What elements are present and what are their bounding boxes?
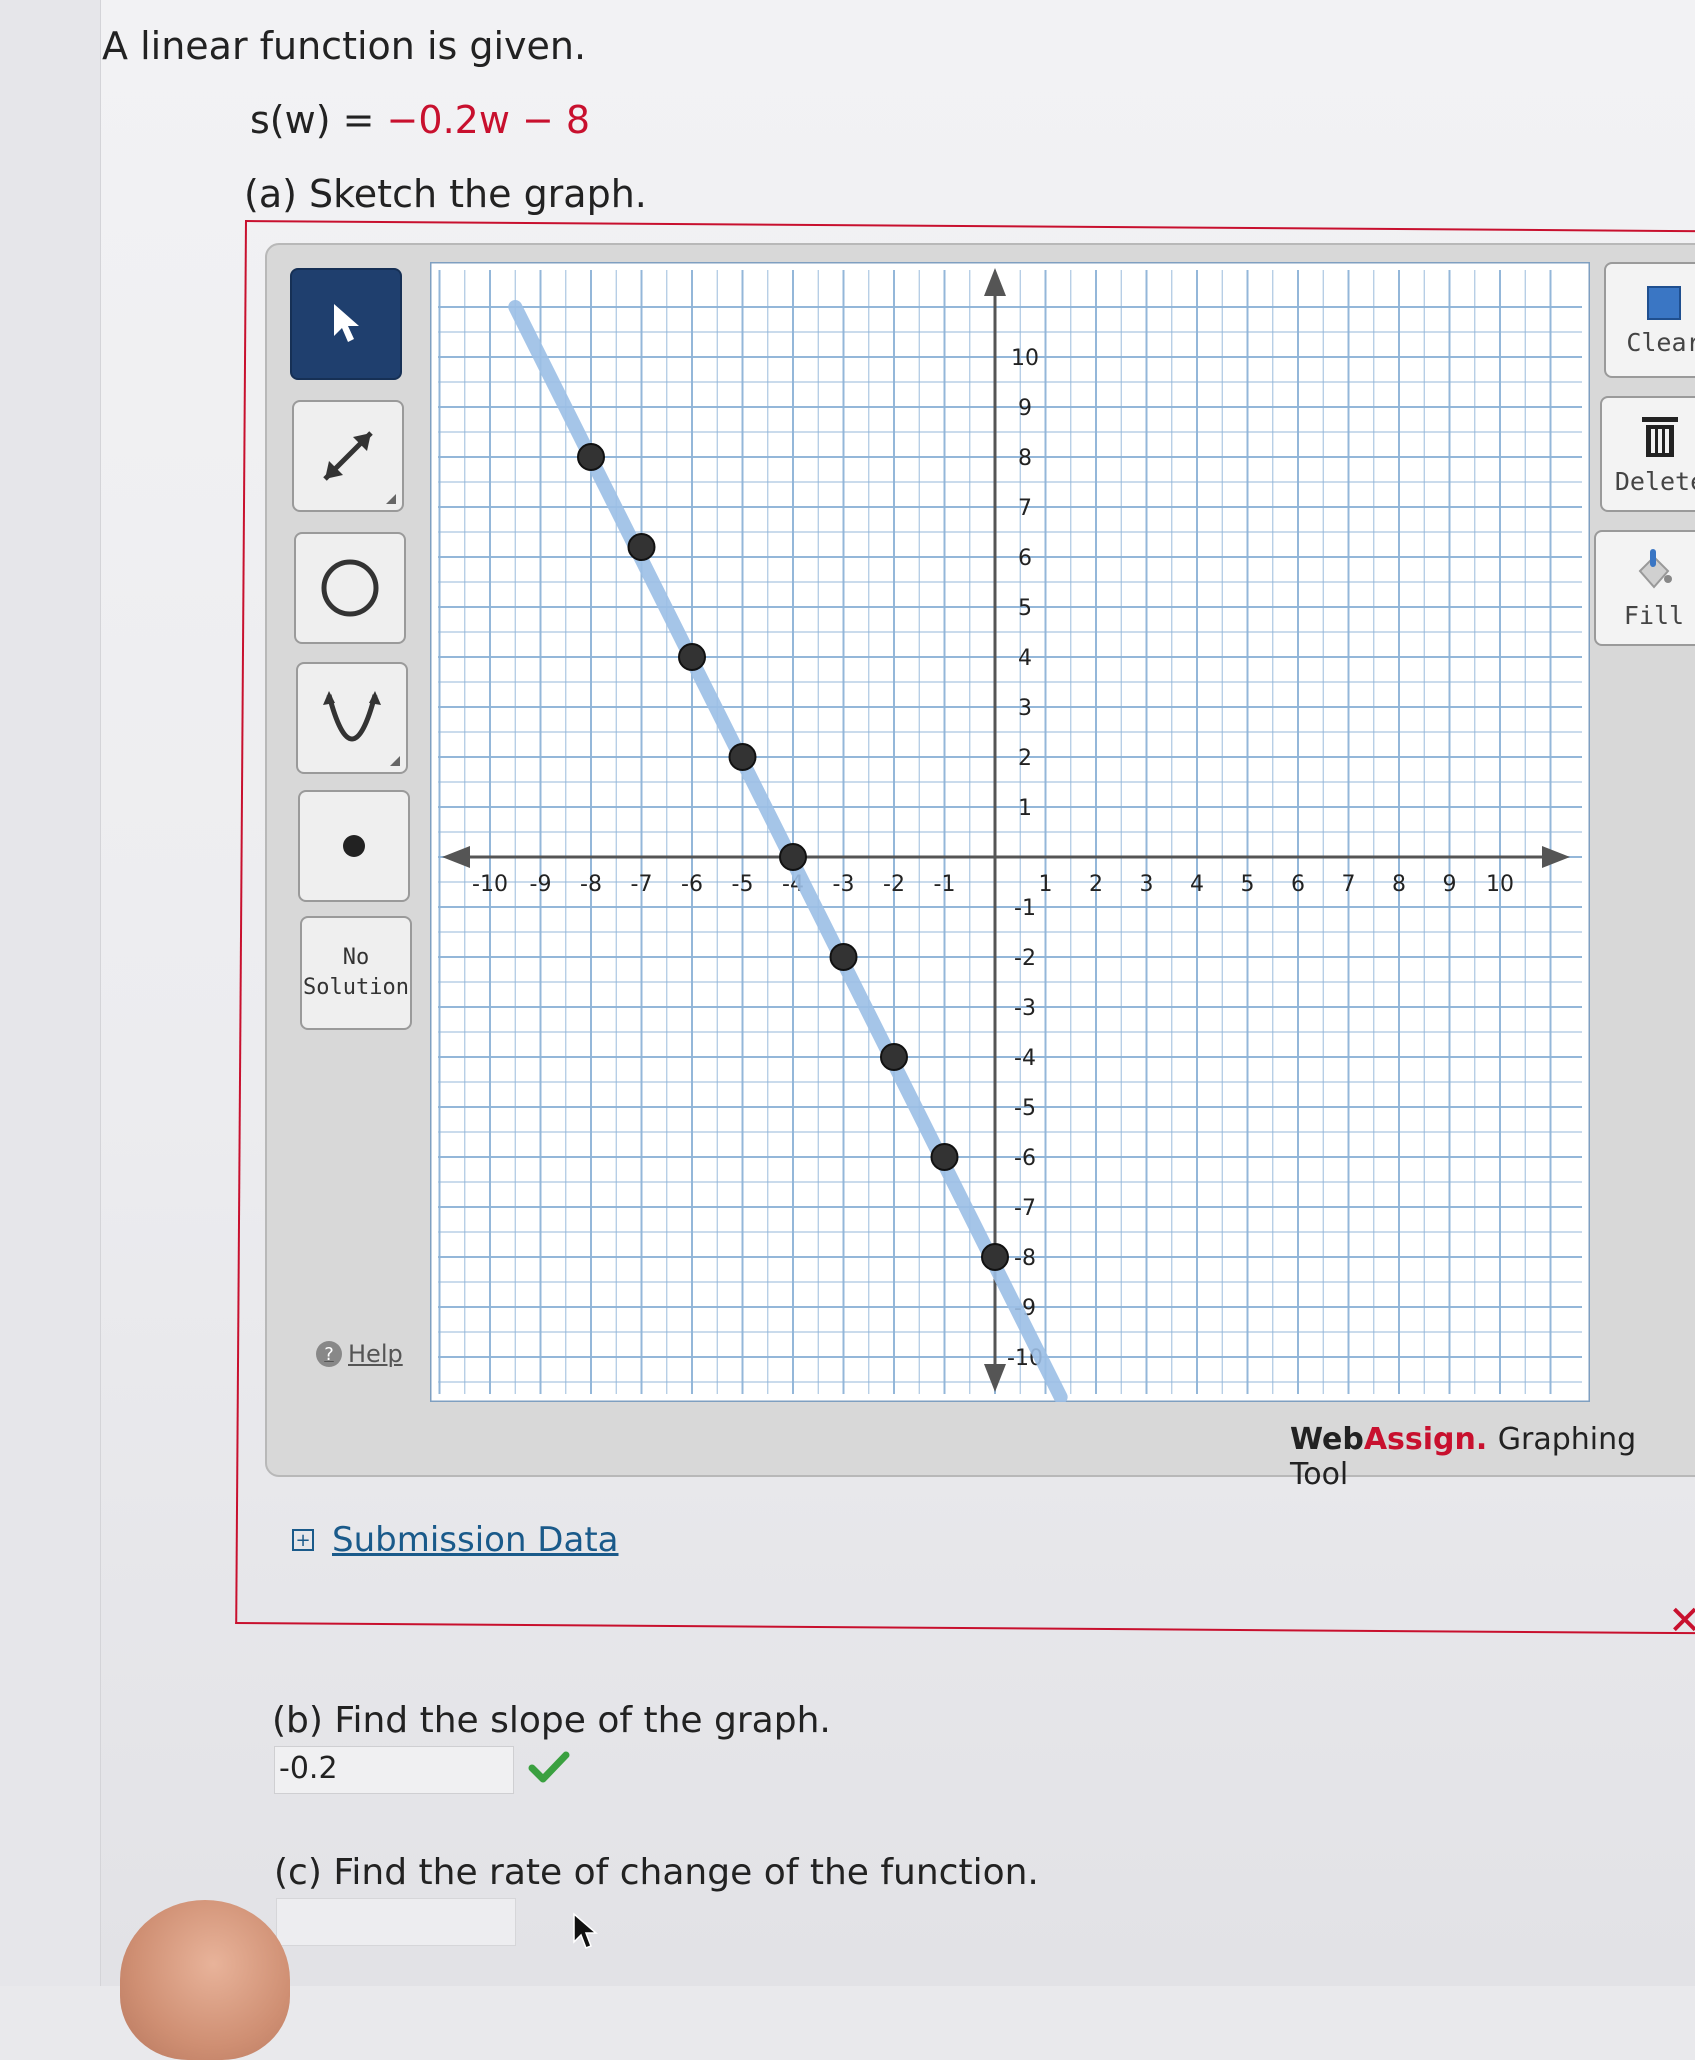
- tool-variant-indicator: [390, 756, 400, 766]
- finger-photo-artifact: [120, 1900, 290, 2060]
- help-link[interactable]: ? Help: [316, 1340, 403, 1368]
- plotted-point: [930, 1143, 959, 1171]
- plotted-point: [678, 643, 706, 671]
- x-tick-label: -6: [681, 872, 703, 897]
- question-intro: A linear function is given.: [102, 24, 587, 68]
- fill-button[interactable]: Fill: [1594, 530, 1695, 646]
- parabola-icon: [323, 691, 381, 742]
- clear-all-label: Clear A: [1626, 327, 1695, 357]
- tool-variant-indicator: [386, 494, 396, 504]
- plotted-point: [829, 943, 858, 971]
- plotted-point: [728, 743, 757, 771]
- y-tick-label: 5: [1018, 596, 1032, 621]
- pointer-tool-button[interactable]: [290, 268, 402, 380]
- x-tick-label: -10: [472, 872, 508, 897]
- submission-data-toggle[interactable]: + Submission Data: [292, 1520, 619, 1560]
- trash-icon: [1642, 416, 1678, 457]
- y-tick-label: 4: [1018, 646, 1032, 671]
- help-label: Help: [348, 1340, 403, 1368]
- y-tick-label: -2: [1014, 946, 1036, 971]
- plotted-point: [981, 1243, 1009, 1271]
- x-tick-label: 8: [1392, 872, 1406, 897]
- webassign-brand: WebAssign. Graphing Tool: [1290, 1422, 1695, 1492]
- parabola-tool-button[interactable]: [296, 662, 408, 774]
- submission-data-link[interactable]: Submission Data: [332, 1520, 619, 1560]
- x-tick-label: 2: [1089, 872, 1103, 897]
- y-tick-label: 8: [1018, 446, 1032, 471]
- y-tick-label: 10: [1011, 346, 1039, 371]
- y-tick-label: 6: [1018, 546, 1032, 571]
- function-definition: s(w) = −0.2w − 8: [250, 98, 590, 142]
- fill-bucket-icon: [1638, 548, 1672, 589]
- y-tick-label: -4: [1014, 1046, 1036, 1071]
- slope-answer-input[interactable]: -0.2: [274, 1746, 514, 1794]
- y-tick-label: 9: [1018, 396, 1032, 421]
- left-margin: [0, 0, 101, 1986]
- incorrect-x-icon: ✕: [1668, 1598, 1695, 1644]
- part-b-prompt: (b) Find the slope of the graph.: [272, 1700, 831, 1741]
- correct-check-icon: [528, 1751, 570, 1783]
- part-c-prompt: (c) Find the rate of change of the funct…: [274, 1852, 1039, 1893]
- x-tick-label: 1: [1039, 872, 1053, 897]
- plotted-point: [880, 1043, 908, 1071]
- point-icon: [343, 835, 365, 857]
- x-tick-label: -2: [883, 872, 905, 897]
- y-tick-label: 2: [1018, 746, 1032, 771]
- delete-label: Delete: [1614, 466, 1695, 496]
- x-tick-label: -3: [833, 872, 855, 897]
- pointer-icon: [334, 304, 359, 342]
- circle-tool-button[interactable]: [294, 532, 406, 644]
- clear-square-icon: [1647, 285, 1681, 320]
- x-tick-label: -9: [530, 872, 552, 897]
- x-tick-label: -7: [631, 872, 653, 897]
- x-tick-label: 5: [1241, 872, 1255, 897]
- y-tick-label: -7: [1014, 1196, 1036, 1221]
- x-tick-label: 6: [1291, 872, 1305, 897]
- part-a-prompt: (a) Sketch the graph.: [244, 172, 647, 216]
- expand-plus-icon: +: [292, 1529, 314, 1551]
- x-tick-label: 9: [1443, 872, 1457, 897]
- x-tick-label: 10: [1486, 872, 1514, 897]
- y-tick-label: -6: [1014, 1146, 1036, 1171]
- plotted-point: [627, 533, 656, 561]
- plotted-point: [779, 843, 807, 871]
- graph-canvas[interactable]: -10 -9 -8 -7 -6 -5 -4 -3 -2 -1 1 2 3 4 5 6 7 8 9 1010987654…: [430, 262, 1590, 1402]
- point-tool-button[interactable]: [298, 790, 410, 902]
- line-arrow-icon: [323, 431, 373, 481]
- x-tick-label: -1: [934, 872, 956, 897]
- x-tick-label: -5: [732, 872, 754, 897]
- mouse-cursor-icon: [573, 1912, 598, 1949]
- no-solution-button[interactable]: No Solution: [300, 916, 412, 1030]
- help-icon: ?: [316, 1341, 342, 1367]
- brand-web: Web: [1290, 1422, 1364, 1457]
- y-tick-label: 7: [1018, 496, 1032, 521]
- y-tick-label: -5: [1014, 1096, 1036, 1121]
- rate-of-change-input[interactable]: [276, 1898, 516, 1946]
- line-tool-button[interactable]: [292, 400, 404, 512]
- y-tick-label: -1: [1014, 896, 1036, 921]
- circle-icon: [321, 559, 379, 617]
- y-tick-label: 1: [1018, 796, 1032, 821]
- x-tick-label: 3: [1140, 872, 1154, 897]
- x-tick-label: -8: [580, 872, 602, 897]
- brand-assign: Assign.: [1363, 1422, 1488, 1457]
- function-rhs: −0.2w − 8: [386, 98, 591, 142]
- page: A linear function is given. s(w) = −0.2w…: [0, 0, 1695, 2060]
- plotted-point: [577, 443, 605, 471]
- x-tick-label: 4: [1190, 872, 1204, 897]
- x-tick-label: 7: [1342, 872, 1356, 897]
- delete-button[interactable]: Delete: [1600, 396, 1695, 512]
- y-tick-label: 3: [1018, 696, 1032, 721]
- clear-all-button[interactable]: Clear A: [1604, 262, 1695, 378]
- no-solution-label: No Solution: [303, 945, 409, 1000]
- y-tick-label: -8: [1014, 1246, 1036, 1271]
- fill-label: Fill: [1623, 600, 1685, 630]
- y-tick-label: -3: [1014, 996, 1036, 1021]
- function-lhs: s(w) =: [250, 98, 375, 142]
